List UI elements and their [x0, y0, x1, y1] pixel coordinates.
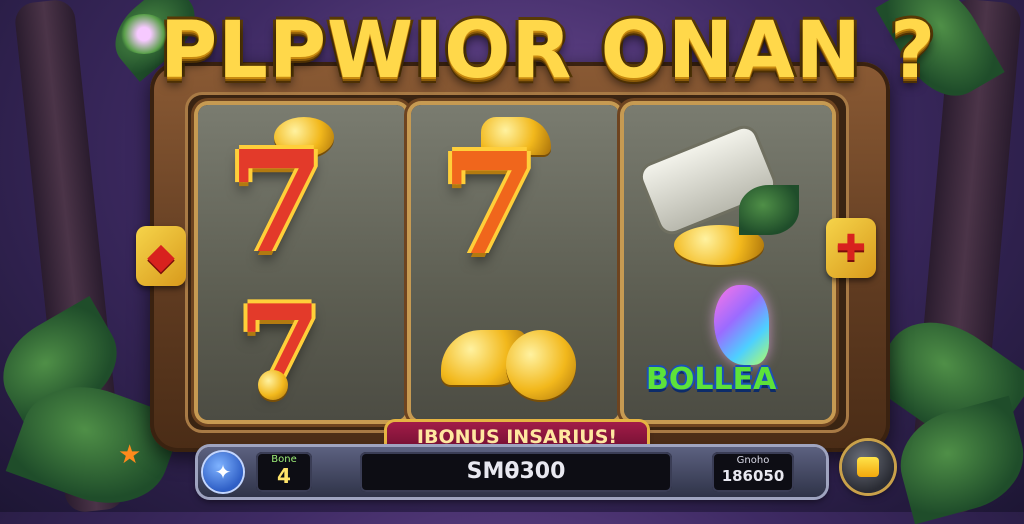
leaf-decoration: [889, 395, 1024, 524]
seven-symbol: 7: [441, 123, 539, 287]
chevron-left-icon: ◆: [147, 235, 175, 277]
lines-panel: Bone 4: [256, 452, 312, 492]
reel-1: 7 7: [198, 105, 406, 420]
reel-2: 7: [411, 105, 619, 420]
bonus-label: BOLLEA: [646, 362, 777, 397]
star-decoration: ★: [118, 440, 142, 470]
flower-decoration: [118, 14, 170, 54]
coin-stack-icon: [506, 330, 576, 400]
credit-display: SMθ300: [360, 452, 672, 492]
game-title: PLPWIOR ONAN ?: [160, 6, 937, 96]
lines-value: 4: [277, 464, 291, 488]
win-label: Gnoho: [736, 455, 770, 466]
credit-value: SMθ300: [466, 459, 566, 484]
win-value: 186050: [721, 467, 785, 485]
leaf-icon: [739, 185, 799, 235]
play-icon: [857, 457, 879, 477]
coin-icon: [258, 370, 288, 400]
left-arrow-button[interactable]: ◆: [136, 226, 186, 286]
plus-arrow-icon: ✚: [835, 227, 867, 269]
win-panel: Gnoho 186050: [712, 452, 794, 492]
person-icon: ✦: [214, 460, 232, 484]
settings-button[interactable]: ✦: [203, 452, 243, 492]
seven-symbol: 7: [228, 121, 326, 285]
rainbow-gem-icon: [714, 285, 769, 365]
spin-button[interactable]: [842, 441, 894, 493]
right-arrow-button[interactable]: ✚: [826, 218, 876, 278]
